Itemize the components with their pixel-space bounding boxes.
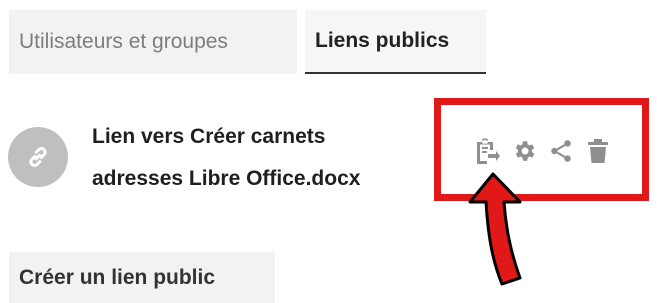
public-link-name-line-2: adresses Libre Office.docx xyxy=(92,167,361,190)
tab-users-groups[interactable]: Utilisateurs et groupes xyxy=(9,10,297,74)
create-public-link-label: Créer un lien public xyxy=(19,265,216,289)
annotation-arrow xyxy=(468,172,522,286)
link-actions xyxy=(472,134,613,168)
clipboard-icon[interactable] xyxy=(472,136,502,166)
public-link-name: Lien vers Créer carnets adresses Libre O… xyxy=(92,116,422,200)
tab-users-groups-label: Utilisateurs et groupes xyxy=(19,30,228,53)
share-icon[interactable] xyxy=(546,136,576,166)
tab-public-links-label: Liens publics xyxy=(315,29,450,52)
tab-public-links[interactable]: Liens publics xyxy=(305,10,486,74)
link-glyph xyxy=(29,146,47,168)
create-public-link-button[interactable]: Créer un lien public xyxy=(9,252,275,303)
trash-icon[interactable] xyxy=(583,136,613,166)
sharing-tabs: Utilisateurs et groupes Liens publics xyxy=(9,10,486,74)
link-icon xyxy=(8,127,68,187)
public-link-name-line-1: Lien vers Créer carnets xyxy=(92,125,326,148)
gear-icon[interactable] xyxy=(509,136,539,166)
